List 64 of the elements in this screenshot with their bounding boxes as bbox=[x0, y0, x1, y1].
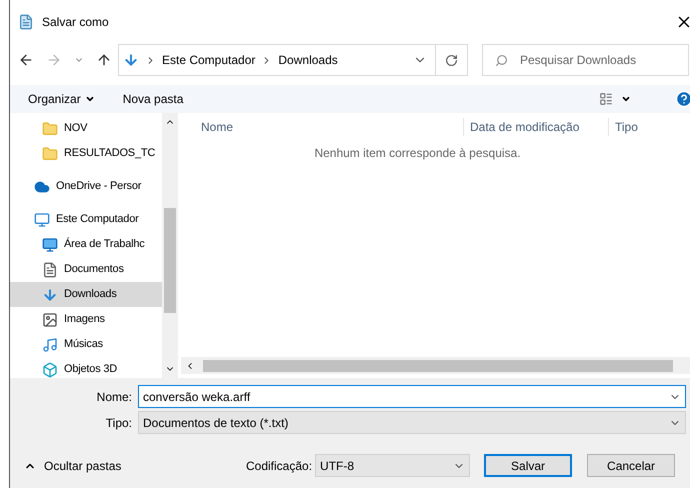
horizontal-scrollbar[interactable] bbox=[181, 357, 690, 374]
folder-icon bbox=[42, 146, 58, 162]
cancel-button[interactable]: Cancelar bbox=[587, 454, 676, 477]
music-icon bbox=[42, 336, 58, 352]
vertical-scrollbar[interactable] bbox=[162, 113, 178, 378]
empty-message: Nenhum item corresponde à pesquisa. bbox=[313, 145, 522, 162]
scroll-thumb[interactable] bbox=[203, 360, 673, 372]
document-icon bbox=[42, 262, 58, 278]
image-icon bbox=[42, 312, 58, 328]
monitor-icon bbox=[34, 212, 50, 228]
nav-item[interactable]: RESULTADOS_TC bbox=[10, 141, 162, 166]
nav-item[interactable]: Este Computador bbox=[10, 207, 162, 232]
cube-icon bbox=[42, 362, 58, 378]
folder-icon bbox=[42, 120, 58, 136]
search-field[interactable]: Pesquisar Downloads bbox=[482, 44, 689, 76]
refresh-icon[interactable] bbox=[445, 54, 458, 66]
save-button[interactable]: Salvar bbox=[484, 454, 572, 477]
nav-label: RESULTADOS_TC bbox=[64, 146, 156, 162]
nav-label: Este Computador bbox=[56, 212, 139, 228]
column-header[interactable]: Tipo bbox=[609, 118, 638, 136]
new-folder-button[interactable]: Nova pasta bbox=[122, 90, 184, 108]
name-field[interactable]: conversão weka.arff bbox=[138, 385, 686, 408]
address-bar[interactable]: Este Computador Downloads bbox=[118, 44, 468, 76]
search-icon bbox=[495, 54, 508, 66]
nav-label: OneDrive - Persor bbox=[56, 179, 142, 194]
nav-item[interactable]: Objetos 3D bbox=[10, 357, 162, 382]
nav-label: Downloads bbox=[64, 287, 117, 302]
name-label: Nome: bbox=[96, 388, 133, 406]
cloud-icon bbox=[34, 178, 50, 194]
window-title: Salvar como bbox=[42, 14, 109, 31]
nav-label: Músicas bbox=[64, 337, 103, 352]
nav-label: Área de Trabalhc bbox=[64, 236, 145, 252]
hide-folders-button[interactable]: Ocultar pastas bbox=[24, 456, 246, 474]
breadcrumb[interactable]: Downloads bbox=[278, 51, 338, 69]
nav-item[interactable]: OneDrive - Persor bbox=[10, 174, 162, 199]
notepad-icon bbox=[18, 14, 34, 30]
desktop-icon bbox=[42, 236, 58, 252]
type-dropdown[interactable]: Documentos de texto (*.txt) bbox=[138, 411, 686, 434]
caret-icon[interactable] bbox=[621, 94, 631, 104]
nav-item[interactable]: Documentos bbox=[10, 257, 162, 282]
nav-item[interactable]: Área de Trabalhc bbox=[10, 232, 162, 257]
encoding-label: Codificação: bbox=[246, 458, 312, 474]
scroll-thumb[interactable] bbox=[164, 208, 176, 313]
column-header[interactable]: Data de modificação bbox=[464, 118, 609, 136]
nav-label: Imagens bbox=[64, 312, 105, 328]
breadcrumb[interactable]: Este Computador bbox=[162, 51, 256, 69]
view-icon[interactable] bbox=[599, 92, 613, 106]
caret-icon bbox=[84, 94, 95, 104]
nav-item[interactable]: Músicas bbox=[10, 332, 162, 357]
nav-item[interactable]: Downloads bbox=[10, 282, 162, 307]
help-icon[interactable] bbox=[675, 90, 690, 108]
download-icon bbox=[42, 286, 58, 302]
encoding-dropdown[interactable]: UTF-8 bbox=[315, 454, 470, 477]
type-label: Tipo: bbox=[104, 414, 133, 432]
download-icon bbox=[123, 52, 139, 68]
back-icon[interactable] bbox=[18, 52, 34, 68]
nav-label: Objetos 3D bbox=[64, 362, 118, 378]
column-header[interactable]: Nome bbox=[181, 118, 464, 136]
up-icon[interactable] bbox=[96, 52, 112, 68]
nav-item[interactable]: Imagens bbox=[10, 307, 162, 332]
nav-label: Documentos bbox=[64, 262, 124, 278]
nav-label: NOV bbox=[64, 121, 88, 136]
organize-button[interactable]: Organizar bbox=[28, 90, 95, 108]
nav-item[interactable]: NOV bbox=[10, 116, 162, 141]
